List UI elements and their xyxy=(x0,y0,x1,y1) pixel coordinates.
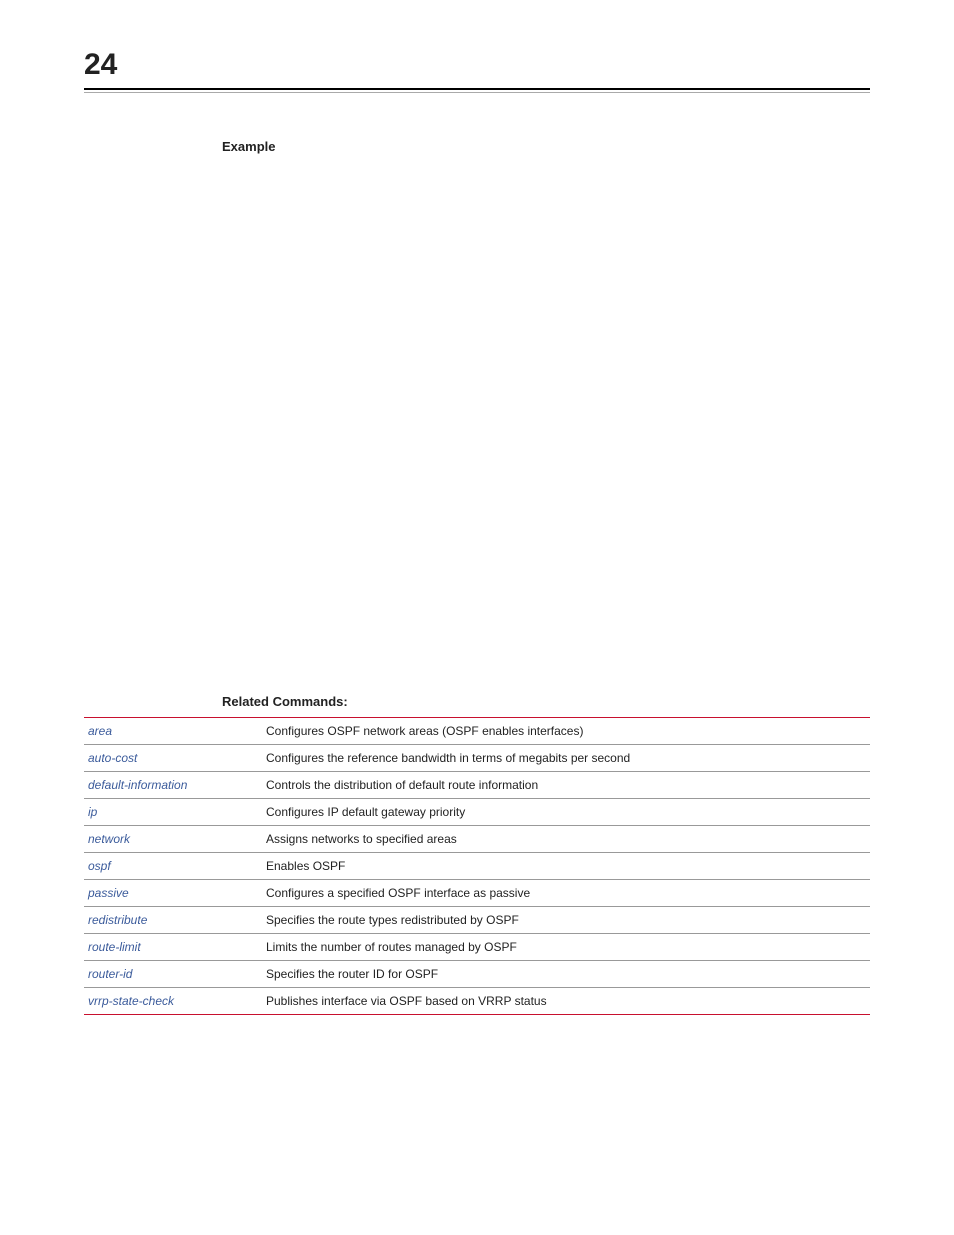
table-row: passiveConfigures a specified OSPF inter… xyxy=(84,880,870,907)
command-link[interactable]: network xyxy=(84,826,262,853)
table-row: route-limitLimits the number of routes m… xyxy=(84,934,870,961)
content-body: Example Related Commands: xyxy=(222,139,870,709)
command-description: Controls the distribution of default rou… xyxy=(262,772,870,799)
command-link[interactable]: router-id xyxy=(84,961,262,988)
command-link[interactable]: route-limit xyxy=(84,934,262,961)
chapter-rule-bottom xyxy=(84,92,870,93)
table-row: ipConfigures IP default gateway priority xyxy=(84,799,870,826)
command-link[interactable]: redistribute xyxy=(84,907,262,934)
command-description: Configures IP default gateway priority xyxy=(262,799,870,826)
command-description: Limits the number of routes managed by O… xyxy=(262,934,870,961)
command-link[interactable]: vrrp-state-check xyxy=(84,988,262,1015)
command-description: Assigns networks to specified areas xyxy=(262,826,870,853)
table-row: ospfEnables OSPF xyxy=(84,853,870,880)
command-description: Configures the reference bandwidth in te… xyxy=(262,745,870,772)
command-description: Specifies the router ID for OSPF xyxy=(262,961,870,988)
command-description: Specifies the route types redistributed … xyxy=(262,907,870,934)
table-row: default-informationControls the distribu… xyxy=(84,772,870,799)
table-row: networkAssigns networks to specified are… xyxy=(84,826,870,853)
command-description: Enables OSPF xyxy=(262,853,870,880)
page: 24 Example Related Commands: areaConfigu… xyxy=(0,0,954,1235)
command-link[interactable]: area xyxy=(84,718,262,745)
command-link[interactable]: passive xyxy=(84,880,262,907)
table-row: vrrp-state-checkPublishes interface via … xyxy=(84,988,870,1015)
chapter-rule-top xyxy=(84,88,870,90)
related-commands-heading: Related Commands: xyxy=(222,694,870,709)
command-link[interactable]: ip xyxy=(84,799,262,826)
command-link[interactable]: default-information xyxy=(84,772,262,799)
command-description: Publishes interface via OSPF based on VR… xyxy=(262,988,870,1015)
table-row: redistributeSpecifies the route types re… xyxy=(84,907,870,934)
command-description: Configures OSPF network areas (OSPF enab… xyxy=(262,718,870,745)
table-row: router-idSpecifies the router ID for OSP… xyxy=(84,961,870,988)
example-heading: Example xyxy=(222,139,870,154)
related-commands-table: areaConfigures OSPF network areas (OSPF … xyxy=(84,717,870,1015)
command-link[interactable]: auto-cost xyxy=(84,745,262,772)
table-row: auto-costConfigures the reference bandwi… xyxy=(84,745,870,772)
command-link[interactable]: ospf xyxy=(84,853,262,880)
table-row: areaConfigures OSPF network areas (OSPF … xyxy=(84,718,870,745)
command-description: Configures a specified OSPF interface as… xyxy=(262,880,870,907)
chapter-number: 24 xyxy=(84,48,870,82)
